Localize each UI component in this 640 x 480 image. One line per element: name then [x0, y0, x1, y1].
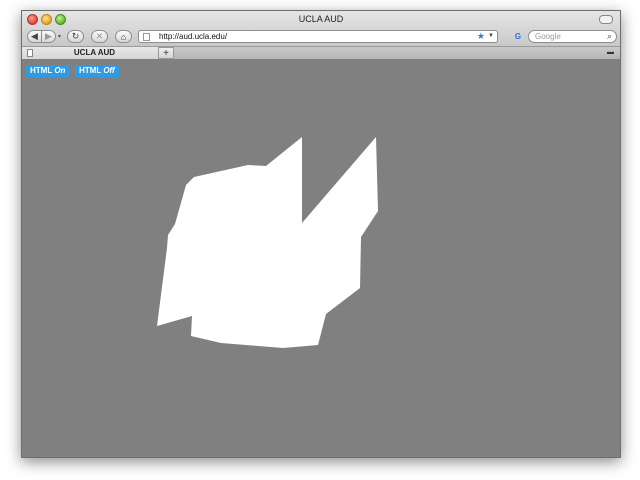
stop-button[interactable]: ✕	[91, 30, 108, 43]
bookmark-star-icon[interactable]: ★	[477, 31, 485, 42]
new-tab-button[interactable]: +	[158, 47, 174, 59]
google-icon: G	[514, 32, 522, 41]
page-icon	[143, 33, 150, 41]
search-bar[interactable]: Google ⌕	[528, 30, 617, 43]
history-dropdown-icon[interactable]: ▾	[58, 33, 61, 40]
address-text[interactable]: http://aud.ucla.edu/	[159, 32, 227, 41]
search-placeholder[interactable]: Google	[535, 32, 561, 41]
toolbar-toggle-button[interactable]	[599, 15, 613, 24]
forward-button[interactable]: ▶	[41, 30, 56, 43]
address-dropdown-icon[interactable]: ▼	[488, 33, 494, 39]
stop-icon: ✕	[95, 31, 104, 41]
address-bar[interactable]: http://aud.ucla.edu/ ★ ▼	[138, 30, 498, 43]
white-geometric-shape	[157, 137, 378, 348]
window-title: UCLA AUD	[298, 14, 344, 24]
back-button[interactable]: ◀	[27, 30, 42, 43]
tab-bar: UCLA AUD + ▬	[22, 46, 620, 60]
arrow-left-icon: ◀	[31, 31, 38, 41]
search-icon[interactable]: ⌕	[607, 31, 612, 42]
shape-polygon	[157, 137, 378, 348]
arrow-right-icon: ▶	[45, 31, 52, 41]
browser-window: UCLA AUD ◀ ▶ ▾ ↻ ✕ ⌂ http://aud.ucla.edu…	[21, 10, 621, 458]
reload-button[interactable]: ↻	[67, 30, 84, 43]
page-content: HTML On HTML Off	[22, 59, 620, 457]
navigation-toolbar: ◀ ▶ ▾ ↻ ✕ ⌂ http://aud.ucla.edu/ ★ ▼ G G…	[22, 28, 620, 46]
tab-list-icon[interactable]: ▬	[607, 49, 614, 56]
reload-icon: ↻	[71, 31, 80, 41]
home-icon: ⌂	[120, 31, 127, 42]
home-button[interactable]: ⌂	[115, 30, 132, 43]
tab-ucla-aud[interactable]: UCLA AUD	[22, 47, 168, 59]
search-engine-button[interactable]: G	[509, 30, 527, 43]
browser-chrome: UCLA AUD ◀ ▶ ▾ ↻ ✕ ⌂ http://aud.ucla.edu…	[22, 11, 620, 60]
tab-label: UCLA AUD	[73, 48, 116, 57]
title-bar: UCLA AUD	[22, 11, 620, 28]
